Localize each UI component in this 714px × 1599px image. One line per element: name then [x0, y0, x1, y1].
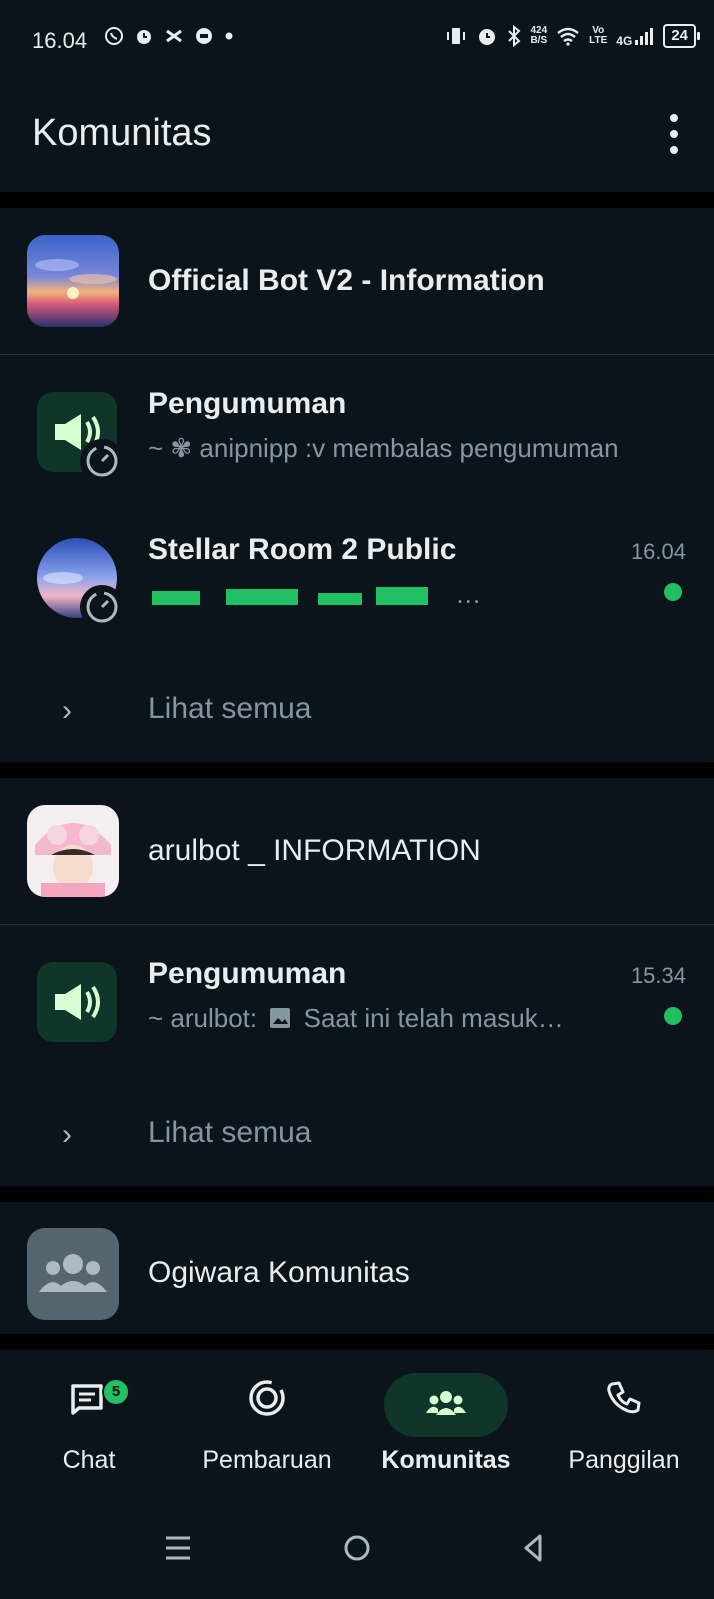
phone-icon — [607, 1381, 641, 1414]
more-options-button[interactable] — [662, 114, 686, 154]
status-time: 16.04 — [32, 28, 88, 53]
community-icon — [39, 1254, 107, 1292]
app-bar: Komunitas — [0, 80, 714, 192]
group-title: Pengumuman — [148, 957, 347, 990]
signal-icon: 4G — [616, 26, 654, 47]
community-header[interactable]: arulbot _ INFORMATION — [0, 778, 714, 924]
battery-indicator: 24 — [663, 24, 700, 48]
section-divider — [0, 1186, 714, 1202]
community-name: Official Bot V2 - Information — [148, 264, 545, 297]
megaphone-avatar — [37, 962, 117, 1042]
home-icon[interactable] — [337, 1528, 377, 1568]
bluetooth-icon — [508, 25, 521, 47]
last-message: ~ ✾ anipnipp :v membalas pengumuman — [148, 433, 619, 463]
nav-communities[interactable]: Komunitas — [361, 1350, 531, 1480]
volte-indicator: Vo LTE — [589, 25, 608, 46]
group-title: Stellar Room 2 Public — [148, 533, 457, 566]
last-message-redacted: … — [148, 579, 668, 611]
disappearing-timer-icon — [80, 585, 124, 629]
image-icon — [270, 1008, 291, 1028]
back-icon[interactable] — [514, 1528, 554, 1568]
community-name: arulbot _ INFORMATION — [148, 834, 481, 867]
nav-chat-label: Chat — [62, 1446, 116, 1474]
community-name: Ogiwara Komunitas — [148, 1256, 410, 1289]
chevron-right-icon: › — [62, 1118, 72, 1151]
capcut-icon — [166, 29, 182, 43]
nav-communities-label: Komunitas — [381, 1446, 511, 1474]
bottom-navigation: 5 Chat Pembaruan Komunitas Panggilan — [0, 1350, 714, 1500]
alarm-icon — [137, 30, 151, 44]
system-navigation — [0, 1500, 714, 1599]
updates-icon — [249, 1380, 285, 1416]
see-all-button[interactable]: › Lihat semua — [0, 1084, 714, 1184]
community-header[interactable]: Official Bot V2 - Information — [0, 208, 714, 354]
status-bar: 16.04 424 B/S Vo LTE 4G 24 — [0, 0, 714, 80]
nav-updates-label: Pembaruan — [202, 1446, 332, 1474]
announcement-group-row[interactable]: Pengumuman 15.34 ~ arulbot: Saat ini tel… — [0, 935, 714, 1081]
nav-calls[interactable]: Panggilan — [539, 1350, 709, 1480]
unread-badge: 5 — [102, 1378, 130, 1406]
vibrate-icon — [447, 28, 466, 44]
divider — [0, 924, 714, 925]
whatsapp-icon — [105, 27, 123, 45]
community-avatar — [27, 1228, 119, 1320]
chevron-right-icon: › — [62, 694, 72, 727]
net-speed: 424 B/S — [530, 25, 548, 46]
unread-indicator — [664, 583, 682, 601]
group-row[interactable]: Stellar Room 2 Public 16.04 … — [0, 511, 714, 657]
nav-chat[interactable]: 5 Chat — [4, 1350, 174, 1480]
nav-calls-label: Panggilan — [568, 1446, 680, 1474]
divider — [0, 354, 714, 355]
community-header[interactable]: Ogiwara Komunitas — [0, 1202, 714, 1334]
nav-updates[interactable]: Pembaruan — [182, 1350, 352, 1480]
message-time: 15.34 — [630, 963, 686, 988]
community-avatar — [27, 235, 119, 327]
group-title: Pengumuman — [148, 387, 347, 420]
see-all-label: Lihat semua — [148, 692, 312, 725]
last-message: ~ arulbot: Saat ini telah masuk… — [148, 1003, 564, 1033]
communities-icon — [426, 1391, 466, 1415]
unread-indicator — [664, 1007, 682, 1025]
disappearing-timer-icon — [80, 439, 124, 483]
wifi-icon — [557, 27, 579, 46]
alarm-status-icon — [479, 29, 496, 45]
community-avatar — [27, 805, 119, 897]
section-divider — [0, 1334, 714, 1350]
message-time: 16.04 — [630, 539, 686, 564]
app-icon — [196, 28, 212, 44]
section-divider — [0, 762, 714, 778]
recent-apps-icon[interactable] — [158, 1528, 198, 1568]
see-all-button[interactable]: › Lihat semua — [0, 660, 714, 760]
announcement-group-row[interactable]: Pengumuman ~ ✾ anipnipp :v membalas peng… — [0, 365, 714, 511]
section-divider — [0, 192, 714, 208]
page-title: Komunitas — [32, 112, 212, 154]
see-all-label: Lihat semua — [148, 1116, 312, 1149]
more-notifications-icon — [225, 32, 233, 40]
